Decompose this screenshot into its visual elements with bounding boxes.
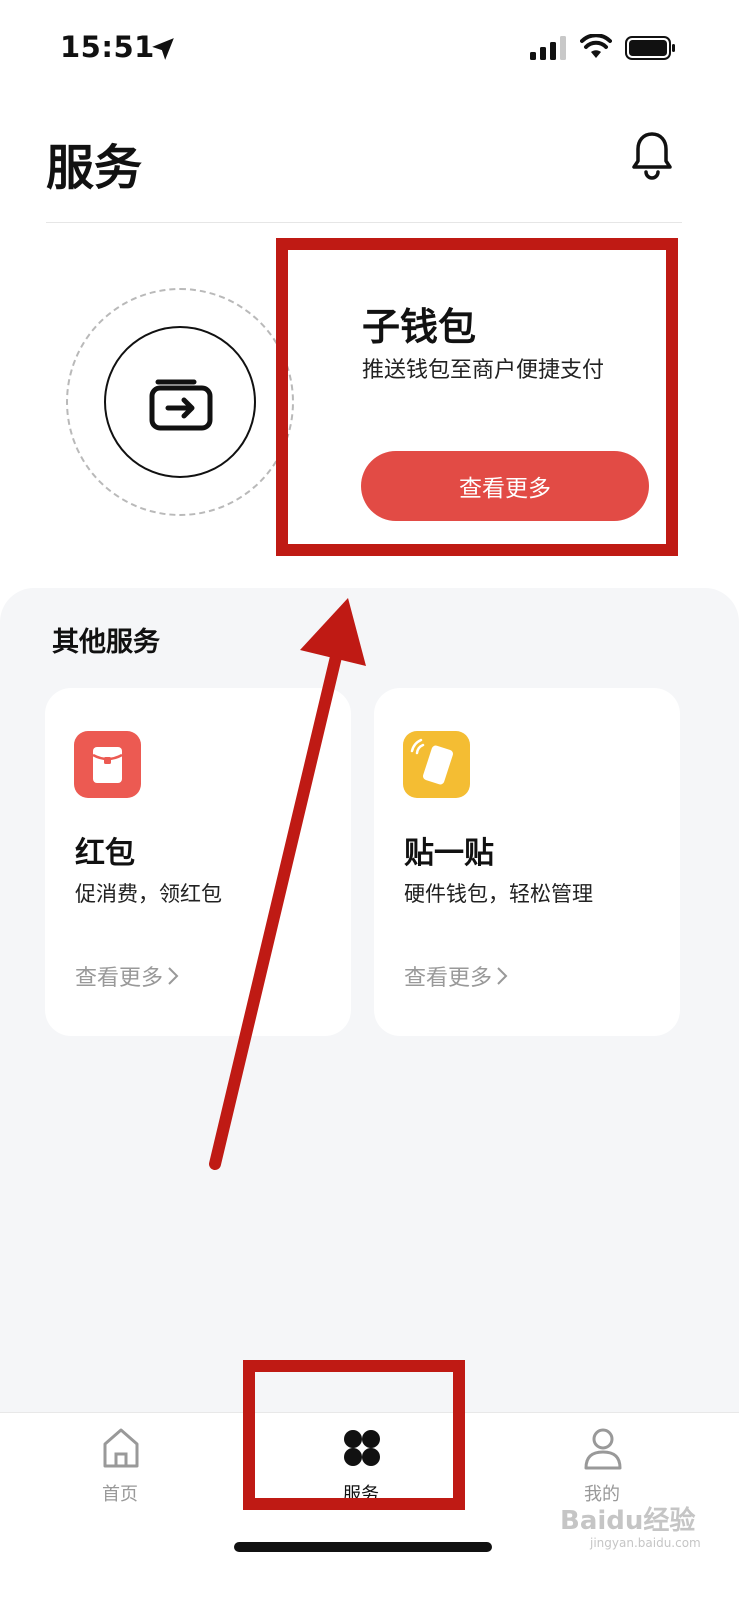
user-icon: [584, 1428, 622, 1470]
header-divider: [46, 222, 682, 223]
card-description: 硬件钱包，轻松管理: [404, 882, 593, 906]
card-link-label: 查看更多: [404, 966, 493, 991]
tap-card-icon: [403, 731, 470, 798]
wifi-icon: [580, 34, 612, 58]
card-view-more-link[interactable]: 查看更多: [404, 960, 508, 992]
annotation-highlight-box: [243, 1360, 465, 1510]
notification-bell-button[interactable]: [630, 130, 674, 180]
cellular-signal-icon: [530, 36, 566, 60]
red-envelope-icon: [74, 731, 141, 798]
red-envelope-card[interactable]: 红包 促消费，领红包 查看更多: [45, 688, 351, 1036]
status-bar: 15:51: [0, 0, 739, 100]
watermark: Baidu经验: [560, 1506, 696, 1536]
chevron-right-icon: [168, 967, 179, 985]
wallet-transfer-icon: [149, 379, 213, 431]
location-arrow-icon: [152, 38, 174, 60]
card-description: 促消费，领红包: [75, 882, 222, 906]
nav-label: 首页: [102, 1484, 138, 1505]
home-icon: [103, 1428, 139, 1468]
nav-item-mine[interactable]: 我的: [542, 1426, 662, 1506]
bell-icon: [632, 132, 672, 180]
tap-to-pay-card[interactable]: 贴一贴 硬件钱包，轻松管理 查看更多: [374, 688, 680, 1036]
nav-item-home[interactable]: 首页: [60, 1426, 180, 1506]
card-view-more-link[interactable]: 查看更多: [75, 960, 179, 992]
other-services-title: 其他服务: [52, 627, 160, 658]
battery-icon: [625, 36, 675, 60]
page-title: 服务: [46, 140, 143, 196]
status-time: 15:51: [60, 30, 155, 64]
home-indicator[interactable]: [234, 1542, 492, 1552]
card-title: 贴一贴: [404, 836, 494, 871]
watermark-url: jingyan.baidu.com: [590, 1536, 701, 1550]
card-title: 红包: [75, 836, 135, 871]
chevron-right-icon: [497, 967, 508, 985]
card-link-label: 查看更多: [75, 966, 164, 991]
annotation-highlight-box: [276, 238, 678, 556]
